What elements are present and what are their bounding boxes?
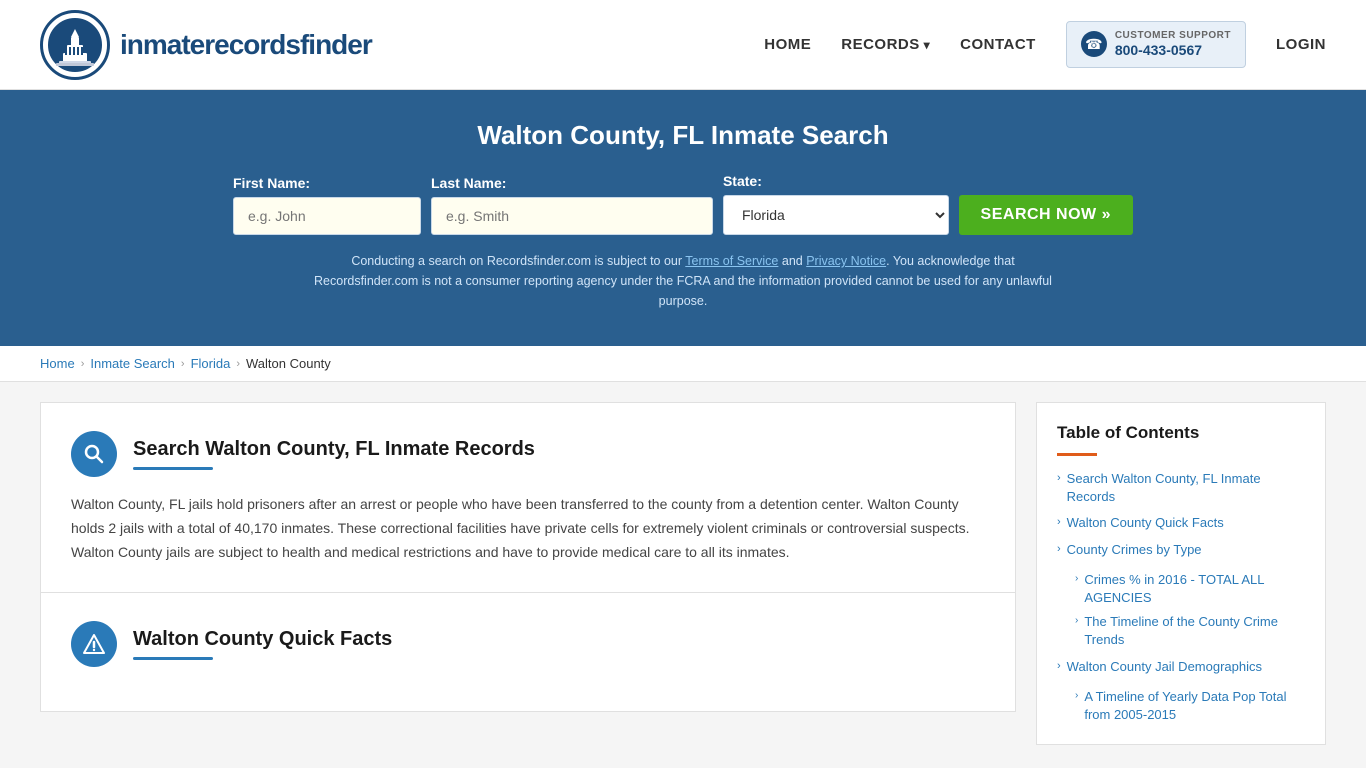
toc-sub-item-3: › A Timeline of Yearly Data Pop Total fr…: [1075, 688, 1305, 724]
toc-sub-item-1: › Crimes % in 2016 - TOTAL ALL AGENCIES: [1075, 571, 1305, 607]
toc-box: Table of Contents › Search Walton County…: [1036, 402, 1326, 745]
first-name-label: First Name:: [233, 175, 310, 191]
toc-title: Table of Contents: [1057, 423, 1305, 443]
breadcrumb-inmate-search[interactable]: Inmate Search: [90, 356, 175, 371]
section2-title: Walton County Quick Facts: [133, 628, 392, 651]
toc-link-2[interactable]: Walton County Quick Facts: [1067, 514, 1224, 532]
state-group: State: Florida Alabama Georgia: [723, 173, 949, 235]
toc-sub-demographics: › A Timeline of Yearly Data Pop Total fr…: [1075, 688, 1305, 724]
logo-area: inmaterecordsfinder: [40, 10, 372, 80]
info-icon-circle: [71, 621, 117, 667]
section1-header: Search Walton County, FL Inmate Records: [71, 431, 985, 477]
login-button[interactable]: LOGIN: [1276, 36, 1326, 53]
toc-item-3: › County Crimes by Type: [1057, 541, 1305, 559]
breadcrumb-home[interactable]: Home: [40, 356, 75, 371]
breadcrumb-sep-3: ›: [236, 358, 240, 370]
toc-sub-arrow-1: ›: [1075, 573, 1078, 584]
state-select[interactable]: Florida Alabama Georgia: [723, 195, 949, 235]
toc-divider: [1057, 453, 1097, 456]
toc-item-4: › Walton County Jail Demographics: [1057, 658, 1305, 676]
terms-link[interactable]: Terms of Service: [685, 254, 778, 268]
last-name-label: Last Name:: [431, 175, 506, 191]
nav-contact[interactable]: CONTACT: [960, 36, 1036, 53]
last-name-input[interactable]: [431, 197, 713, 235]
toc-list: › Search Walton County, FL Inmate Record…: [1057, 470, 1305, 724]
section2-underline: [133, 657, 213, 660]
section1-title: Search Walton County, FL Inmate Records: [133, 438, 535, 461]
first-name-input[interactable]: [233, 197, 421, 235]
toc-item-1: › Search Walton County, FL Inmate Record…: [1057, 470, 1305, 506]
section1-underline: [133, 467, 213, 470]
toc-arrow-4: ›: [1057, 660, 1061, 672]
main-content: Search Walton County, FL Inmate Records …: [0, 382, 1366, 765]
site-header: inmaterecordsfinder HOME RECORDS CONTACT…: [0, 0, 1366, 90]
toc-arrow-2: ›: [1057, 516, 1061, 528]
toc-sub-arrow-3: ›: [1075, 690, 1078, 701]
headset-icon: ☎: [1081, 31, 1107, 57]
support-number: 800-433-0567: [1115, 42, 1231, 59]
hero-title: Walton County, FL Inmate Search: [40, 120, 1326, 151]
hero-section: Walton County, FL Inmate Search First Na…: [0, 90, 1366, 346]
section2-header: Walton County Quick Facts: [71, 621, 985, 667]
nav-home[interactable]: HOME: [764, 36, 811, 53]
breadcrumb: Home › Inmate Search › Florida › Walton …: [0, 346, 1366, 382]
section-quick-facts: Walton County Quick Facts: [40, 592, 1016, 712]
breadcrumb-sep-2: ›: [181, 358, 185, 370]
nav-records[interactable]: RECORDS: [841, 36, 930, 53]
toc-sub-crimes: › Crimes % in 2016 - TOTAL ALL AGENCIES …: [1075, 571, 1305, 650]
toc-arrow-3: ›: [1057, 543, 1061, 555]
privacy-link[interactable]: Privacy Notice: [806, 254, 886, 268]
toc-arrow-1: ›: [1057, 472, 1061, 484]
toc-sub-link-2[interactable]: The Timeline of the County Crime Trends: [1084, 613, 1305, 649]
section1-body: Walton County, FL jails hold prisoners a…: [71, 493, 985, 564]
right-column: Table of Contents › Search Walton County…: [1036, 402, 1326, 745]
left-column: Search Walton County, FL Inmate Records …: [40, 402, 1016, 745]
toc-sub-link-3[interactable]: A Timeline of Yearly Data Pop Total from…: [1084, 688, 1305, 724]
toc-item-2: › Walton County Quick Facts: [1057, 514, 1305, 532]
hero-disclaimer: Conducting a search on Recordsfinder.com…: [308, 251, 1058, 311]
toc-link-4[interactable]: Walton County Jail Demographics: [1067, 658, 1262, 676]
customer-support-btn[interactable]: ☎ CUSTOMER SUPPORT 800-433-0567: [1066, 21, 1246, 68]
breadcrumb-walton-county: Walton County: [246, 356, 331, 371]
last-name-group: Last Name:: [431, 175, 713, 235]
search-form: First Name: Last Name: State: Florida Al…: [233, 173, 1133, 235]
first-name-group: First Name:: [233, 175, 421, 235]
search-button[interactable]: SEARCH NOW »: [959, 195, 1133, 235]
support-label: CUSTOMER SUPPORT: [1115, 30, 1231, 42]
toc-link-3[interactable]: County Crimes by Type: [1067, 541, 1202, 559]
section-inmate-records: Search Walton County, FL Inmate Records …: [40, 402, 1016, 592]
main-nav: HOME RECORDS CONTACT ☎ CUSTOMER SUPPORT …: [764, 21, 1326, 68]
breadcrumb-florida[interactable]: Florida: [191, 356, 231, 371]
search-icon-circle: [71, 431, 117, 477]
logo-icon: [40, 10, 110, 80]
state-label: State:: [723, 173, 762, 189]
logo-text: inmaterecordsfinder: [120, 29, 372, 61]
toc-sub-item-2: › The Timeline of the County Crime Trend…: [1075, 613, 1305, 649]
breadcrumb-sep-1: ›: [81, 358, 85, 370]
toc-link-1[interactable]: Search Walton County, FL Inmate Records: [1067, 470, 1305, 506]
toc-sub-link-1[interactable]: Crimes % in 2016 - TOTAL ALL AGENCIES: [1084, 571, 1305, 607]
toc-sub-arrow-2: ›: [1075, 615, 1078, 626]
